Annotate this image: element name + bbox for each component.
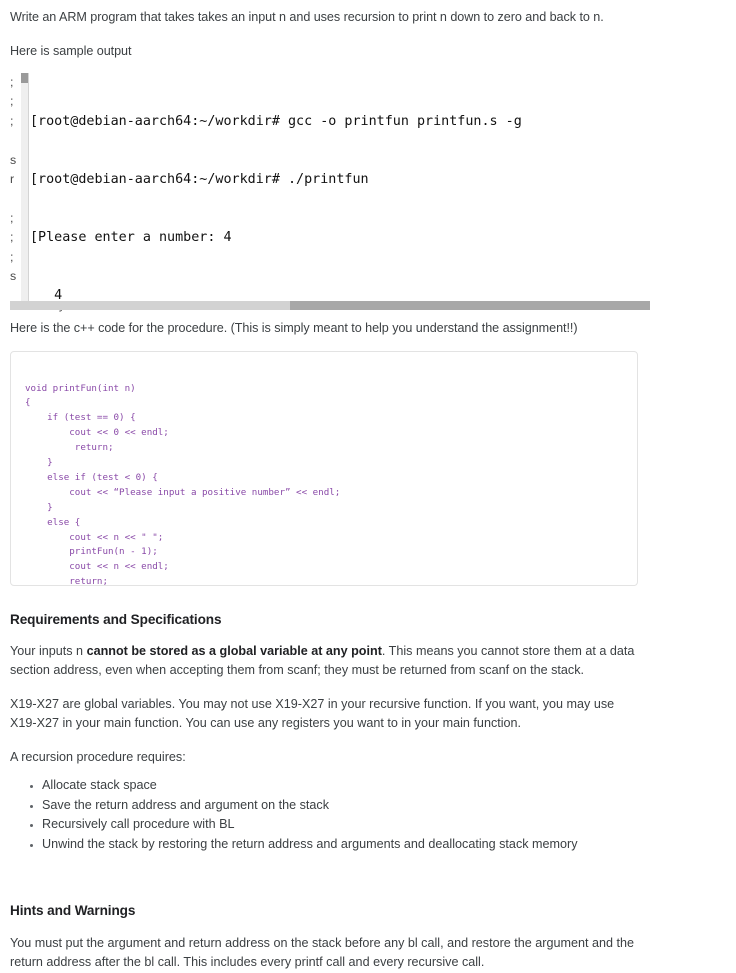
terminal-line: [root@debian-aarch64:~/workdir# ./printf… bbox=[30, 172, 369, 188]
hints-heading: Hints and Warnings bbox=[10, 902, 136, 918]
cpp-code-block: void printFun(int n) { if (test == 0) { … bbox=[25, 382, 341, 586]
terminal-screenshot-region: ; ; ; s r ; ; ; s r directory [root@debi… bbox=[10, 73, 650, 313]
horizontal-scrollbar-thumb[interactable] bbox=[290, 301, 650, 310]
terminal-window: [root@debian-aarch64:~/workdir# gcc -o p… bbox=[21, 73, 650, 301]
cpp-code-card: void printFun(int n) { if (test == 0) { … bbox=[10, 350, 638, 586]
req-p1-part-a: Your inputs n bbox=[10, 643, 87, 658]
req-p1-bold: cannot be stored as a global variable at… bbox=[86, 643, 382, 658]
code-note-paragraph: Here is the c++ code for the procedure. … bbox=[10, 321, 578, 335]
terminal-line: [root@debian-aarch64:~/workdir# gcc -o p… bbox=[30, 113, 522, 129]
list-item: Allocate stack space bbox=[30, 776, 726, 796]
assignment-document: Write an ARM program that takes takes an… bbox=[0, 0, 736, 969]
requirements-paragraph-3: A recursion procedure requires: bbox=[10, 749, 186, 764]
list-item: Unwind the stack by restoring the return… bbox=[30, 835, 726, 855]
terminal-vertical-scrollbar[interactable] bbox=[21, 73, 29, 301]
requirements-paragraph-1: Your inputs n cannot be stored as a glob… bbox=[10, 627, 644, 681]
list-item: Recursively call procedure with BL bbox=[30, 815, 726, 835]
horizontal-scrollbar[interactable] bbox=[10, 301, 650, 310]
terminal-output: [root@debian-aarch64:~/workdir# gcc -o p… bbox=[30, 73, 522, 301]
requirements-heading: Requirements and Specifications bbox=[10, 611, 222, 627]
intro-paragraph: Write an ARM program that takes takes an… bbox=[10, 10, 604, 24]
requirements-paragraph-2: X19-X27 are global variables. You may no… bbox=[10, 696, 615, 731]
terminal-vertical-scrollbar-thumb[interactable] bbox=[21, 73, 28, 83]
hints-paragraph: You must put the argument and return add… bbox=[10, 935, 635, 970]
requirements-bullet-list: Allocate stack space Save the return add… bbox=[10, 767, 726, 855]
list-item: Save the return address and argument on … bbox=[30, 796, 726, 816]
terminal-line: 4 bbox=[30, 288, 63, 301]
sample-output-label: Here is sample output bbox=[10, 43, 132, 58]
terminal-line: [Please enter a number: 4 bbox=[30, 230, 232, 246]
